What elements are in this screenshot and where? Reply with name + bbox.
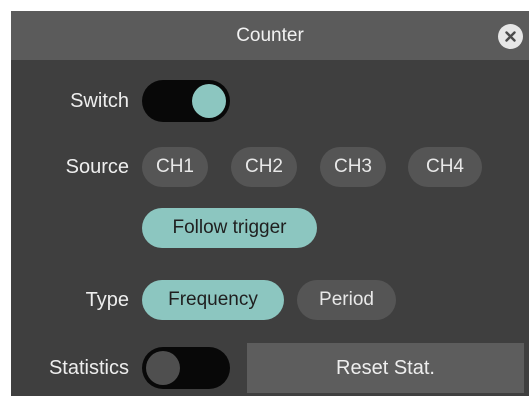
switch-toggle[interactable] bbox=[142, 80, 230, 122]
source-option-ch4[interactable]: CH4 bbox=[408, 147, 482, 187]
switch-label: Switch bbox=[70, 90, 129, 112]
source-label: Source bbox=[65, 156, 129, 178]
type-option-frequency[interactable]: Frequency bbox=[142, 280, 284, 320]
reset-stat-button[interactable]: Reset Stat. bbox=[247, 343, 524, 393]
statistics-toggle[interactable] bbox=[142, 347, 230, 389]
source-option-ch3[interactable]: CH3 bbox=[320, 147, 386, 187]
counter-dialog: Counter Switch Source CH1 CH2 CH3 CH4 Fo… bbox=[11, 11, 529, 396]
type-option-period[interactable]: Period bbox=[297, 280, 396, 320]
toggle-knob bbox=[192, 84, 226, 118]
type-label: Type bbox=[85, 289, 129, 311]
source-option-ch2[interactable]: CH2 bbox=[231, 147, 297, 187]
close-icon bbox=[505, 31, 516, 42]
statistics-label: Statistics bbox=[48, 357, 129, 379]
source-option-follow-trigger[interactable]: Follow trigger bbox=[142, 208, 317, 248]
source-option-ch1[interactable]: CH1 bbox=[142, 147, 208, 187]
dialog-title: Counter bbox=[236, 25, 304, 46]
toggle-knob bbox=[146, 351, 180, 385]
close-button[interactable] bbox=[498, 24, 523, 49]
title-bar: Counter bbox=[11, 11, 529, 60]
